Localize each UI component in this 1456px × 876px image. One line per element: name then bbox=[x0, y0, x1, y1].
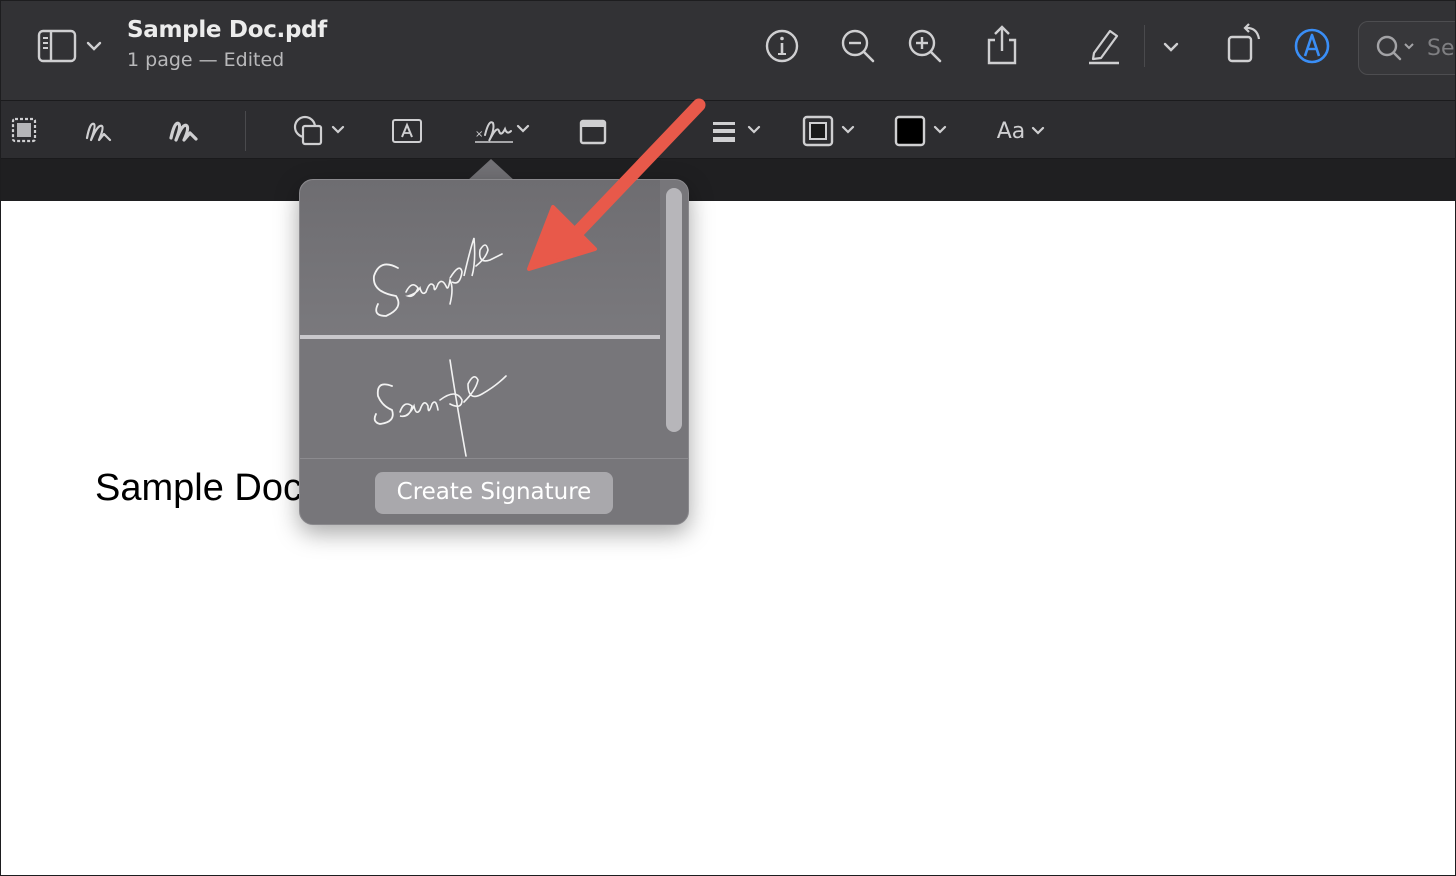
document-top-strip bbox=[1, 159, 1455, 201]
create-signature-button[interactable]: Create Signature bbox=[375, 472, 613, 514]
text-box-tool-button[interactable] bbox=[389, 115, 425, 147]
highlight-pen-icon bbox=[1089, 29, 1119, 65]
document-title[interactable]: Sample Doc.pdf bbox=[127, 17, 327, 43]
sketch-icon bbox=[85, 122, 112, 142]
signature-option-1[interactable] bbox=[300, 180, 660, 336]
document-title-block: Sample Doc.pdf 1 page — Edited bbox=[127, 17, 327, 71]
markup-toolbar: × Aa bbox=[1, 101, 1455, 159]
highlight-button[interactable] bbox=[1083, 23, 1125, 67]
text-style-button[interactable]: Aa bbox=[993, 113, 1053, 149]
fill-color-button[interactable] bbox=[893, 113, 953, 149]
note-tool-button[interactable] bbox=[575, 115, 611, 147]
border-color-icon bbox=[802, 115, 855, 147]
signature-drawing-1 bbox=[373, 237, 503, 317]
highlight-options-button[interactable] bbox=[1157, 33, 1185, 61]
shapes-icon bbox=[293, 115, 345, 146]
signature-tool-button[interactable]: × bbox=[471, 111, 535, 149]
signature-separator bbox=[300, 335, 660, 339]
sidebar-toggle-button[interactable] bbox=[35, 27, 107, 67]
search-placeholder: Se bbox=[1427, 36, 1455, 61]
markup-icon bbox=[1294, 28, 1330, 64]
document-body-text: Sample Doc bbox=[95, 467, 302, 509]
text-style-label: Aa bbox=[996, 118, 1026, 144]
draw-icon bbox=[169, 121, 198, 142]
signature-drawing-2 bbox=[373, 359, 507, 457]
signature-icon: × bbox=[475, 121, 530, 143]
sketch-tool-button[interactable] bbox=[81, 113, 117, 149]
line-style-icon bbox=[713, 122, 761, 142]
rotate-button[interactable] bbox=[1223, 21, 1265, 67]
draw-tool-button[interactable] bbox=[165, 113, 201, 149]
search-icon bbox=[1376, 35, 1414, 61]
popover-pointer bbox=[467, 159, 515, 181]
share-button[interactable] bbox=[981, 23, 1023, 69]
markup-toolbar-toggle[interactable] bbox=[1291, 25, 1333, 67]
popover-footer-divider bbox=[300, 458, 688, 459]
sidebar-icon bbox=[37, 29, 102, 63]
signature-option-2[interactable] bbox=[300, 340, 660, 458]
title-bar: Sample Doc.pdf 1 page — Edited Se bbox=[1, 1, 1455, 101]
selection-tool-button[interactable] bbox=[7, 113, 41, 147]
zoom-in-button[interactable] bbox=[904, 25, 946, 67]
zoom-out-button[interactable] bbox=[837, 25, 879, 67]
popover-scrollbar[interactable] bbox=[666, 188, 682, 432]
signature-popover: Create Signature bbox=[299, 179, 689, 525]
svg-text:×: × bbox=[475, 129, 483, 140]
note-icon bbox=[579, 119, 607, 145]
info-button[interactable] bbox=[761, 25, 803, 67]
text-box-icon bbox=[392, 119, 422, 143]
line-style-button[interactable] bbox=[709, 113, 767, 149]
zoom-in-icon bbox=[908, 29, 942, 63]
chevron-down-icon bbox=[1163, 42, 1179, 52]
border-color-button[interactable] bbox=[801, 113, 861, 149]
search-field[interactable]: Se bbox=[1358, 21, 1455, 75]
toolbar-separator bbox=[1144, 25, 1145, 67]
rotate-icon bbox=[1227, 23, 1261, 63]
share-icon bbox=[987, 25, 1017, 65]
preview-window: Sample Doc.pdf 1 page — Edited Se × Aa S… bbox=[0, 0, 1456, 876]
fill-color-icon bbox=[894, 115, 947, 147]
chevron-down-icon bbox=[1032, 126, 1045, 135]
shapes-tool-button[interactable] bbox=[291, 113, 349, 149]
document-subtitle: 1 page — Edited bbox=[127, 49, 285, 71]
zoom-out-icon bbox=[841, 29, 875, 63]
markup-separator bbox=[245, 111, 246, 151]
info-icon bbox=[765, 29, 799, 63]
selection-icon bbox=[11, 117, 37, 143]
